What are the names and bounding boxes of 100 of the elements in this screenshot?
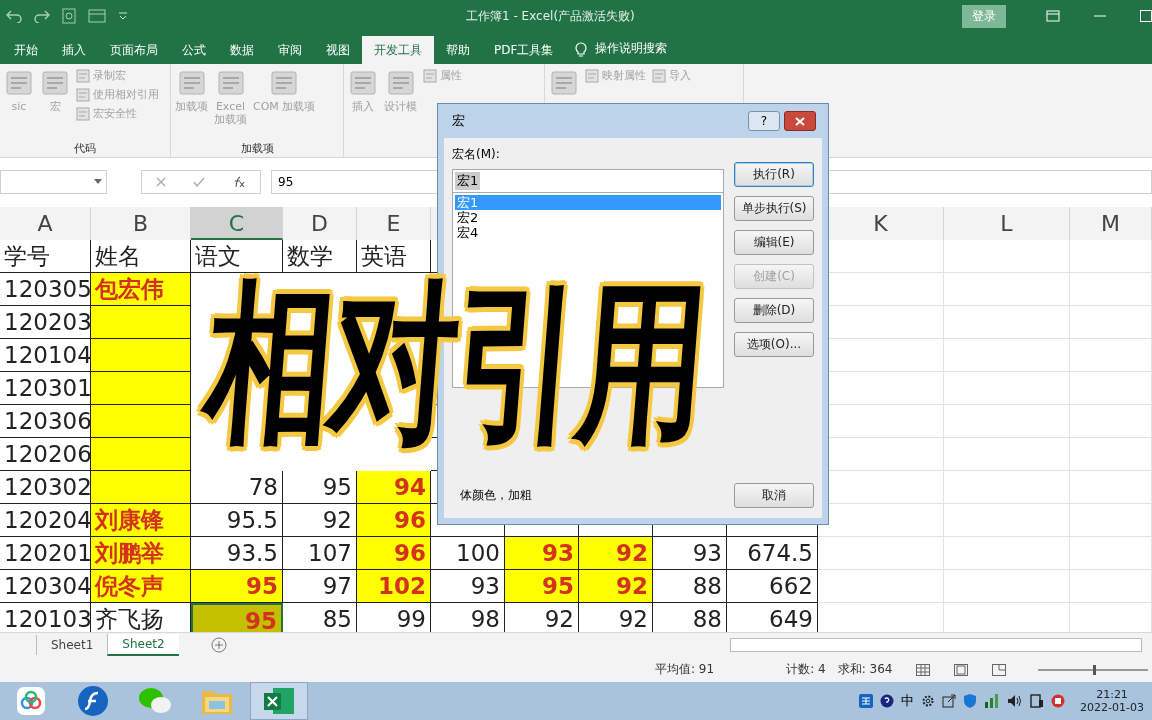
command-icon[interactable]: [269, 68, 300, 98]
macro-item[interactable]: 宏2: [455, 210, 721, 225]
settings-icon[interactable]: [921, 694, 936, 708]
device-icon[interactable]: [1030, 694, 1045, 708]
help-icon[interactable]: [880, 694, 895, 708]
page-break-icon[interactable]: [992, 663, 1007, 676]
table-cell: 95.5: [191, 504, 283, 537]
group-label: 代码: [73, 141, 97, 157]
share-icon[interactable]: [942, 694, 957, 708]
app-tray-icon[interactable]: [1051, 694, 1066, 708]
status-sum: 求和: 364: [837, 661, 893, 678]
customize-icon[interactable]: [118, 12, 128, 20]
table-cell: 学号: [0, 240, 91, 273]
cancel-icon[interactable]: [155, 177, 166, 187]
command-icon[interactable]: [549, 68, 579, 98]
sheet-tab[interactable]: Sheet2: [107, 634, 179, 656]
ribbon-tab[interactable]: 数据: [218, 36, 266, 64]
macro-name-field[interactable]: 宏1: [452, 169, 724, 193]
table-cell: 95: [191, 603, 283, 632]
clock-time[interactable]: 21:21: [1096, 688, 1128, 701]
dialog-button[interactable]: 选项(O)...: [734, 332, 814, 357]
input-mode-indicator[interactable]: 中: [901, 692, 915, 710]
help-button[interactable]: ?: [748, 111, 780, 131]
command-icon[interactable]: [40, 68, 70, 98]
column-header[interactable]: M: [1070, 207, 1152, 240]
table-cell: 刘康锋: [91, 504, 191, 537]
ribbon-tab[interactable]: 审阅: [266, 36, 314, 64]
ribbon-tab[interactable]: 公式: [170, 36, 218, 64]
clock-date[interactable]: 2022-01-03: [1080, 701, 1144, 714]
macro-item[interactable]: 宏4: [455, 225, 721, 240]
table-cell: 包宏伟: [91, 273, 191, 306]
window-title: 工作簿1 - Excel(产品激活失败): [466, 7, 636, 25]
print-preview-icon[interactable]: [62, 8, 76, 24]
lightbulb-icon: [575, 41, 588, 57]
function-icon[interactable]: [232, 176, 247, 188]
volume-icon[interactable]: [1007, 694, 1024, 708]
redo-icon[interactable]: [34, 9, 50, 23]
dialog-button[interactable]: 执行(R): [734, 162, 814, 187]
input-method-icon[interactable]: [859, 694, 874, 708]
form-icon[interactable]: [88, 9, 106, 23]
normal-view-icon[interactable]: [916, 663, 931, 676]
command-icon[interactable]: [176, 68, 207, 98]
table-cell: 94: [357, 471, 431, 504]
table-cell: 刘鹏举: [91, 537, 191, 570]
table-cell: 662: [727, 570, 818, 603]
table-cell: 倪冬声: [91, 570, 191, 603]
close-button[interactable]: [784, 111, 816, 131]
command-icon[interactable]: [215, 68, 246, 98]
ribbon-tab[interactable]: 开始: [2, 36, 50, 64]
network-icon[interactable]: [984, 694, 1001, 708]
table-cell: 92: [579, 537, 653, 570]
ribbon-tab[interactable]: 帮助: [434, 36, 482, 64]
table-cell: 96: [357, 504, 431, 537]
dialog-button[interactable]: 编辑(E): [734, 230, 814, 255]
column-header[interactable]: A: [0, 207, 91, 240]
check-icon[interactable]: [193, 177, 205, 187]
cloud-app-icon: [16, 686, 46, 716]
ribbon-tab[interactable]: PDF工具集: [482, 36, 566, 64]
table-cell: 92: [579, 570, 653, 603]
table-cell: 语文: [191, 240, 283, 273]
maximize-icon[interactable]: [1140, 10, 1152, 22]
add-sheet-icon[interactable]: [210, 637, 227, 653]
dialog-title: 宏: [451, 112, 466, 130]
chat-app-icon: [138, 687, 172, 715]
ribbon-display-icon[interactable]: [1046, 10, 1060, 22]
cancel-button[interactable]: 取消: [734, 483, 814, 508]
ribbon-tab[interactable]: 页面布局: [98, 36, 170, 64]
page-layout-icon[interactable]: [954, 663, 969, 676]
table-cell: 93: [653, 537, 727, 570]
table-cell: 95: [505, 570, 579, 603]
ribbon-tab[interactable]: 插入: [50, 36, 98, 64]
table-cell: 88: [653, 570, 727, 603]
status-count: 计数: 4: [786, 661, 826, 678]
macro-name-label: 宏名(M):: [452, 146, 501, 163]
macro-item[interactable]: 宏1: [455, 195, 721, 210]
column-header[interactable]: D: [283, 207, 357, 240]
horizontal-scrollbar[interactable]: [730, 638, 1142, 652]
table-cell: 数学: [283, 240, 357, 273]
dialog-button[interactable]: 单步执行(S): [734, 196, 814, 221]
ribbon-tab[interactable]: 视图: [314, 36, 362, 64]
command-icon[interactable]: [348, 68, 378, 98]
table-cell: 78: [191, 471, 283, 504]
zoom-slider[interactable]: [1093, 664, 1097, 675]
shield-icon[interactable]: [963, 693, 978, 709]
group-label: 加载项: [239, 141, 275, 157]
spreadsheet-app-icon: [263, 686, 295, 716]
column-header[interactable]: L: [944, 207, 1070, 240]
ribbon-tab[interactable]: 开发工具: [362, 36, 434, 64]
table-cell: 102: [357, 570, 431, 603]
macro-description: 体颜色，加粗: [460, 487, 532, 504]
taskbar-app[interactable]: [250, 682, 308, 720]
undo-icon[interactable]: [6, 9, 22, 23]
table-cell: 96: [357, 537, 431, 570]
column-header[interactable]: E: [357, 207, 431, 240]
command-icon[interactable]: [385, 68, 416, 98]
column-header[interactable]: C: [191, 207, 283, 240]
command-icon[interactable]: [4, 68, 34, 98]
tell-me-search[interactable]: 操作说明搜索: [595, 40, 668, 57]
dialog-button[interactable]: 删除(D): [734, 298, 814, 323]
dropdown-icon[interactable]: [94, 179, 102, 184]
